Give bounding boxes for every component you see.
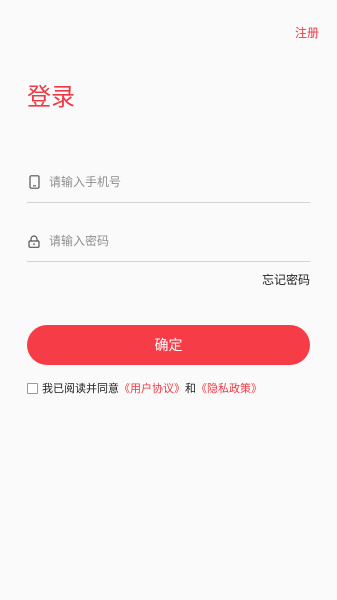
register-link[interactable]: 注册 [295,24,319,41]
phone-icon [27,175,41,189]
password-input[interactable] [49,234,289,248]
agreement-conjunction: 和 [185,382,196,395]
privacy-policy-link[interactable]: 《隐私政策》 [196,380,262,396]
password-field[interactable] [27,221,310,262]
agreement-prefix: 我已阅读并同意 [42,382,119,395]
agreement-row: 我已阅读并同意 《用户协议》 和 《隐私政策》 [27,380,262,396]
agreement-checkbox[interactable] [27,382,38,394]
page-title: 登录 [27,83,75,111]
user-agreement-link[interactable]: 《用户协议》 [119,380,185,396]
confirm-button[interactable]: 确定 [27,325,310,365]
phone-field[interactable] [27,162,310,203]
forgot-password-link[interactable]: 忘记密码 [262,271,310,288]
phone-input[interactable] [49,175,289,189]
lock-icon [27,234,41,248]
